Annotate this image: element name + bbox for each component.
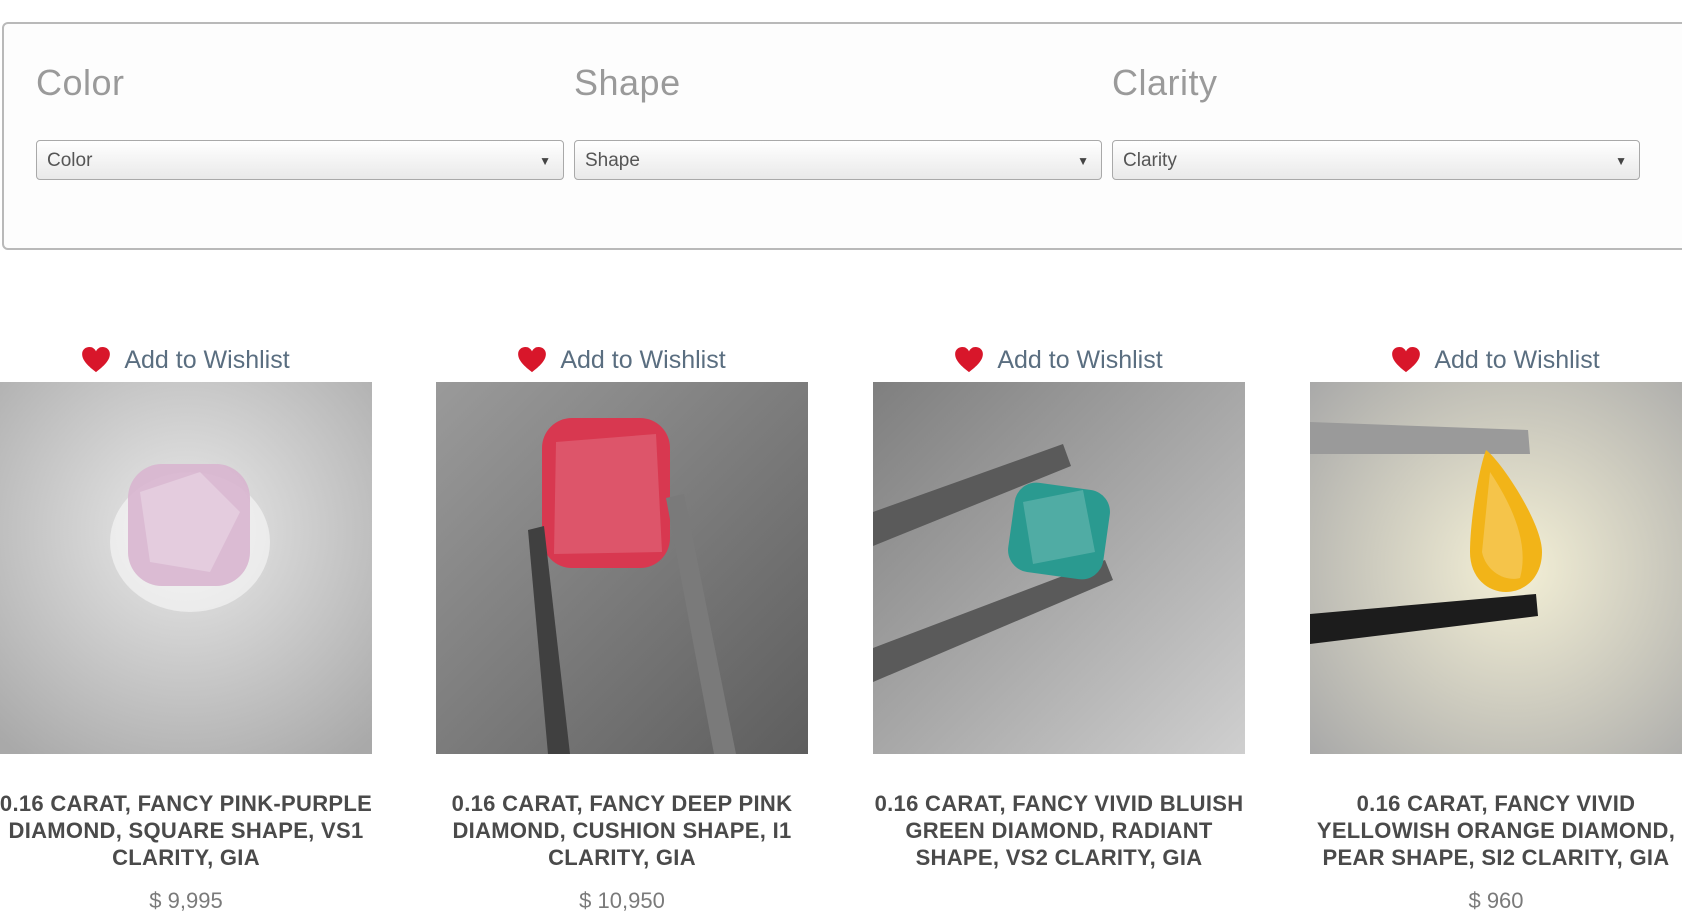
color-select[interactable]: Color ▼ <box>36 140 564 180</box>
clarity-select[interactable]: Clarity ▼ <box>1112 140 1640 180</box>
heart-icon <box>82 347 111 373</box>
color-filter-label: Color <box>36 62 125 103</box>
shape-select[interactable]: Shape ▼ <box>574 140 1102 180</box>
product-title[interactable]: 0.16 CARAT, FANCY VIVID YELLOWISH ORANGE… <box>1300 790 1682 871</box>
add-to-wishlist-link[interactable]: Add to Wishlist <box>873 340 1245 380</box>
add-to-wishlist-link[interactable]: Add to Wishlist <box>0 340 372 380</box>
wishlist-label: Add to Wishlist <box>997 345 1163 374</box>
clarity-filter-label: Clarity <box>1112 62 1218 103</box>
shape-select-value: Shape <box>585 150 640 171</box>
clarity-select-value: Clarity <box>1123 150 1177 171</box>
product-image[interactable] <box>436 382 808 754</box>
chevron-down-icon: ▼ <box>1615 154 1627 168</box>
heart-icon <box>518 347 547 373</box>
product-image[interactable] <box>873 382 1245 754</box>
add-to-wishlist-link[interactable]: Add to Wishlist <box>436 340 808 380</box>
product-image[interactable] <box>0 382 372 754</box>
heart-icon <box>1392 347 1421 373</box>
product-price: $ 10,950 <box>579 888 665 913</box>
heart-icon <box>955 347 984 373</box>
product-image[interactable] <box>1310 382 1682 754</box>
add-to-wishlist-link[interactable]: Add to Wishlist <box>1310 340 1682 380</box>
product-title[interactable]: 0.16 CARAT, FANCY DEEP PINK DIAMOND, CUS… <box>426 790 818 871</box>
product-title[interactable]: 0.16 CARAT, FANCY VIVID BLUISH GREEN DIA… <box>863 790 1255 871</box>
chevron-down-icon: ▼ <box>539 154 551 168</box>
filter-panel: Color Color ▼ Shape Shape ▼ Clarity Clar… <box>2 22 1682 250</box>
product-title[interactable]: 0.16 CARAT, FANCY PINK-PURPLE DIAMOND, S… <box>0 790 382 871</box>
color-select-value: Color <box>47 150 93 171</box>
shape-filter-label: Shape <box>574 62 681 103</box>
wishlist-label: Add to Wishlist <box>124 345 290 374</box>
product-price: $ 9,995 <box>149 888 223 913</box>
chevron-down-icon: ▼ <box>1077 154 1089 168</box>
wishlist-label: Add to Wishlist <box>560 345 726 374</box>
product-price: $ 960 <box>1468 888 1524 913</box>
wishlist-label: Add to Wishlist <box>1434 345 1600 374</box>
